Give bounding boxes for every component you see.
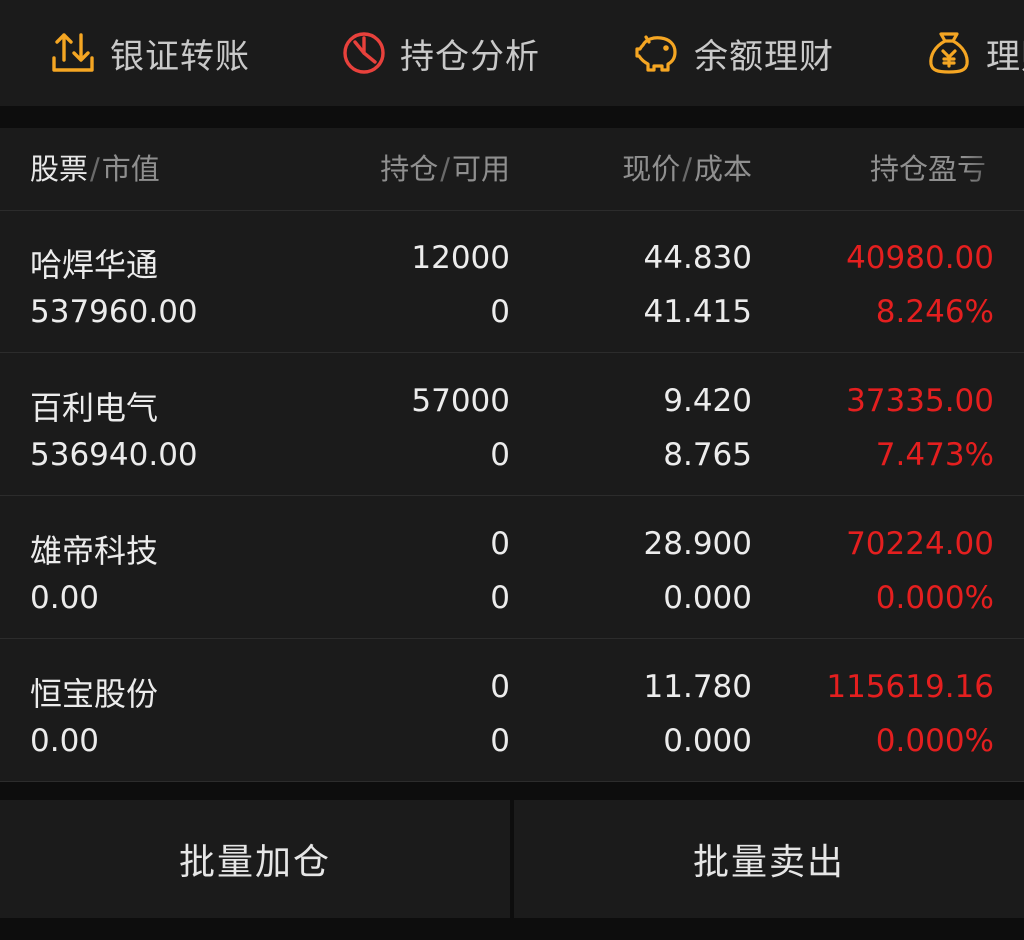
position-pnl: 70224.00 bbox=[846, 526, 994, 562]
market-value: 536940.00 bbox=[30, 437, 198, 473]
stock-name: 雄帝科技 bbox=[30, 532, 159, 570]
batch-action-bar: 批量加仓 批量卖出 bbox=[0, 800, 1024, 918]
money-bag-icon bbox=[926, 30, 972, 76]
current-price: 44.830 bbox=[643, 240, 752, 276]
available-qty: 0 bbox=[490, 723, 510, 759]
stock-name: 恒宝股份 bbox=[30, 675, 159, 713]
transfer-icon bbox=[50, 30, 96, 76]
position-qty: 57000 bbox=[411, 383, 510, 419]
batch-sell-button[interactable]: 批量卖出 bbox=[514, 800, 1024, 918]
pie-chart-icon bbox=[342, 31, 386, 75]
position-analysis-button[interactable]: 持仓分析 bbox=[342, 0, 540, 106]
holdings-table: 股票/市值 持仓/可用 现价/成本 持仓盈亏 哈焊华通 537960.00 12… bbox=[0, 128, 1024, 782]
balance-finance-button[interactable]: 余额理财 bbox=[634, 0, 834, 106]
header-fade bbox=[964, 128, 1024, 210]
column-header-position[interactable]: 持仓/可用 bbox=[380, 128, 510, 210]
current-price: 11.780 bbox=[643, 669, 752, 705]
position-pnl-percent: 0.000% bbox=[875, 580, 994, 616]
position-qty: 0 bbox=[490, 669, 510, 705]
bank-securities-transfer-button[interactable]: 银证转账 bbox=[50, 0, 250, 106]
wealth-management-button[interactable]: 理财 bbox=[926, 0, 1024, 106]
position-pnl: 37335.00 bbox=[846, 383, 994, 419]
position-pnl-percent: 8.246% bbox=[875, 294, 994, 330]
batch-add-position-button[interactable]: 批量加仓 bbox=[0, 800, 510, 918]
column-header-price[interactable]: 现价/成本 bbox=[622, 128, 752, 210]
position-qty: 12000 bbox=[411, 240, 510, 276]
table-header: 股票/市值 持仓/可用 现价/成本 持仓盈亏 bbox=[0, 128, 1024, 211]
market-value: 0.00 bbox=[30, 723, 100, 759]
position-qty: 0 bbox=[490, 526, 510, 562]
position-pnl-percent: 0.000% bbox=[875, 723, 994, 759]
available-qty: 0 bbox=[490, 580, 510, 616]
current-price: 9.420 bbox=[663, 383, 752, 419]
table-row[interactable]: 哈焊华通 537960.00 12000 0 44.830 41.415 409… bbox=[0, 210, 1024, 353]
cost-price: 8.765 bbox=[663, 437, 752, 473]
cost-price: 0.000 bbox=[663, 723, 752, 759]
cost-price: 0.000 bbox=[663, 580, 752, 616]
table-row[interactable]: 百利电气 536940.00 57000 0 9.420 8.765 37335… bbox=[0, 353, 1024, 496]
position-pnl: 115619.16 bbox=[826, 669, 994, 705]
market-value: 0.00 bbox=[30, 580, 100, 616]
stock-name: 百利电气 bbox=[30, 389, 159, 427]
toolbar-label: 余额理财 bbox=[694, 36, 834, 77]
position-pnl: 40980.00 bbox=[846, 240, 994, 276]
stock-name: 哈焊华通 bbox=[30, 246, 159, 284]
quick-action-bar: 银证转账 持仓分析 余额理财 理 bbox=[0, 0, 1024, 106]
position-pnl-percent: 7.473% bbox=[875, 437, 994, 473]
available-qty: 0 bbox=[490, 294, 510, 330]
toolbar-label: 理财 bbox=[986, 36, 1024, 77]
available-qty: 0 bbox=[490, 437, 510, 473]
market-value: 537960.00 bbox=[30, 294, 198, 330]
column-header-stock[interactable]: 股票/市值 bbox=[30, 128, 160, 210]
piggy-bank-icon bbox=[634, 31, 680, 75]
current-price: 28.900 bbox=[643, 526, 752, 562]
table-row[interactable]: 恒宝股份 0.00 0 0 11.780 0.000 115619.16 0.0… bbox=[0, 639, 1024, 782]
cost-price: 41.415 bbox=[643, 294, 752, 330]
toolbar-label: 持仓分析 bbox=[400, 36, 540, 77]
toolbar-label: 银证转账 bbox=[110, 36, 250, 77]
table-row[interactable]: 雄帝科技 0.00 0 0 28.900 0.000 70224.00 0.00… bbox=[0, 496, 1024, 639]
